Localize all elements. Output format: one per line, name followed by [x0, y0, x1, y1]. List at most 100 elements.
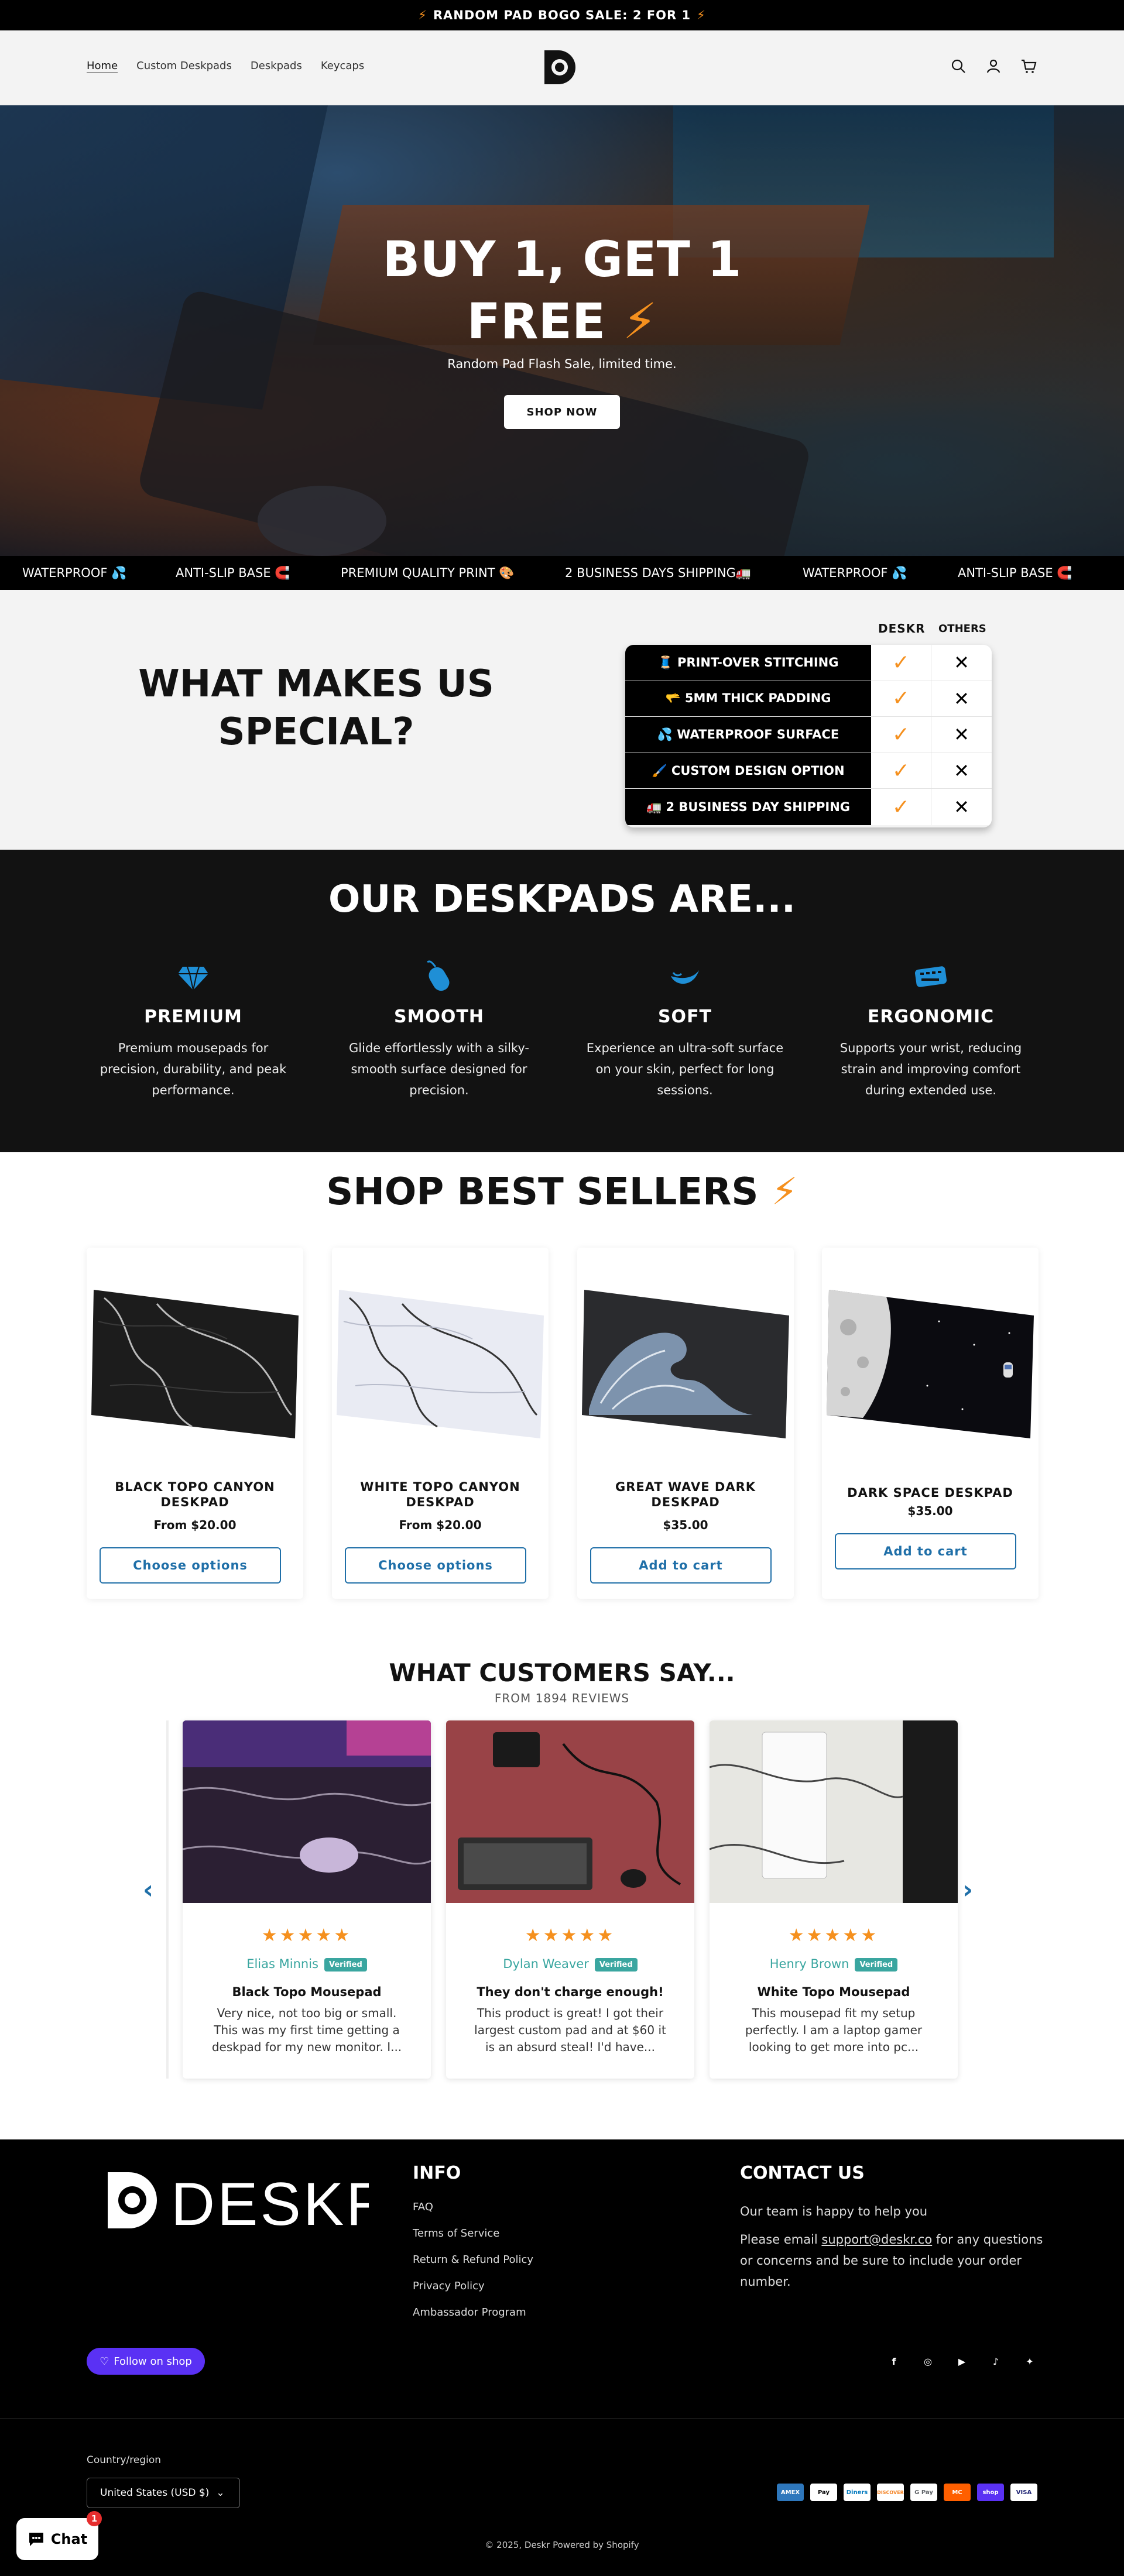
add-to-cart-button[interactable]: Add to cart — [590, 1547, 772, 1584]
product-name[interactable]: BLACK TOPO CANYON DESKPAD — [98, 1479, 292, 1510]
carousel-next-arrow[interactable]: › — [962, 1875, 973, 1905]
apple-pay-icon: Pay — [810, 2484, 837, 2501]
product-card[interactable]: GREAT WAVE DARK DESKPAD $35.00 Add to ca… — [577, 1248, 794, 1599]
chat-icon — [29, 2533, 43, 2546]
deskr-logo[interactable] — [539, 47, 580, 88]
product-image[interactable] — [577, 1269, 794, 1444]
review-body: This mousepad fit my setup perfectly. I … — [745, 2006, 923, 2054]
account-icon[interactable] — [985, 57, 1002, 75]
hero-title: BUY 1, GET 1 FREE ⚡ — [0, 228, 1124, 352]
product-image[interactable] — [822, 1269, 1039, 1444]
comparison-row: 🫳 5MM THICK PADDING ✓ ✕ — [625, 681, 992, 717]
follow-on-shop-button[interactable]: ♡ Follow on shop — [87, 2348, 205, 2375]
contact-intro: Our team is happy to help you — [740, 2204, 928, 2218]
amex-icon: AMEX — [777, 2484, 804, 2501]
main-nav: Home Custom Deskpads Deskpads Keycaps — [87, 60, 364, 72]
cross-icon: ✕ — [931, 645, 992, 681]
deskr-column-header: DESKR — [878, 621, 926, 636]
choose-options-button[interactable]: Choose options — [345, 1547, 526, 1584]
discover-icon: DISCOVER — [877, 2484, 904, 2501]
chat-label: Chat — [50, 2531, 88, 2547]
comparison-row: 💦 WATERPROOF SURFACE ✓ ✕ — [625, 717, 992, 753]
nav-custom-deskpads[interactable]: Custom Deskpads — [136, 60, 232, 72]
cross-icon: ✕ — [931, 681, 992, 717]
feature-text: Experience an ultra-soft surface on your… — [586, 1041, 784, 1097]
twitter-icon[interactable]: ✦ — [1022, 2354, 1037, 2369]
visa-icon: VISA — [1010, 2484, 1037, 2501]
country-label: Country/region — [87, 2454, 162, 2466]
footer-logo[interactable]: DESKR — [105, 2169, 390, 2238]
youtube-icon[interactable]: ▶ — [954, 2354, 969, 2369]
ticker-item: 2 BUSINESS DAYS SHIPPING🚛 — [565, 566, 751, 580]
check-icon: ✓ — [871, 789, 931, 825]
support-email-link[interactable]: support@deskr.co — [821, 2232, 932, 2247]
comparison-row: 🧵 PRINT-OVER STITCHING ✓ ✕ — [625, 645, 992, 681]
star-rating: ★★★★★ — [261, 1925, 352, 1946]
facebook-icon[interactable]: f — [886, 2354, 902, 2369]
feature-text: Premium mousepads for precision, durabil… — [100, 1041, 287, 1097]
product-price: $35.00 — [663, 1518, 708, 1532]
add-to-cart-button[interactable]: Add to cart — [835, 1533, 1016, 1569]
reviews-count: FROM 1894 REVIEWS — [494, 1691, 630, 1705]
review-body: Very nice, not too big or small. This wa… — [211, 2006, 402, 2054]
product-name[interactable]: WHITE TOPO CANYON DESKPAD — [344, 1479, 537, 1510]
footer-link-refund[interactable]: Return & Refund Policy — [413, 2254, 533, 2266]
verified-badge: Verified — [855, 1957, 898, 1972]
product-card[interactable]: BLACK TOPO CANYON DESKPAD From $20.00 Ch… — [87, 1248, 303, 1599]
keyboard-icon — [914, 966, 947, 987]
review-photo[interactable] — [710, 1720, 958, 1903]
previous-card-edge — [166, 1720, 169, 2079]
chat-button[interactable]: Chat — [16, 2518, 98, 2560]
cross-icon: ✕ — [931, 789, 992, 825]
bolt-icon: ⚡ — [418, 8, 427, 22]
reviewer-name: Elias Minnis — [246, 1957, 318, 1971]
site-header: Home Custom Deskpads Deskpads Keycaps — [0, 30, 1124, 105]
footer-link-privacy[interactable]: Privacy Policy — [413, 2280, 533, 2292]
features-title: OUR DESKPADS ARE... — [328, 878, 796, 921]
product-name[interactable]: DARK SPACE DESKPAD — [834, 1485, 1027, 1500]
cart-icon[interactable] — [1020, 57, 1037, 75]
product-image[interactable] — [332, 1269, 549, 1444]
instagram-icon[interactable]: ◎ — [920, 2354, 935, 2369]
review-card[interactable]: ★★★★★ Henry Brown Verified White Topo Mou… — [710, 1720, 958, 2079]
ticker-item: ANTI-SLIP BASE 🧲 — [958, 566, 1072, 580]
feature-smooth: SMOOTH Glide effortlessly with a silky-s… — [334, 959, 544, 1101]
carousel-prev-arrow[interactable]: ‹ — [143, 1875, 153, 1905]
mouse-icon — [427, 960, 450, 991]
cross-icon: ✕ — [931, 717, 992, 753]
footer-link-faq[interactable]: FAQ — [413, 2201, 533, 2213]
mastercard-icon: MC — [944, 2484, 971, 2501]
reviewer-name: Dylan Weaver — [503, 1957, 589, 1971]
nav-home[interactable]: Home — [87, 60, 118, 72]
comparison-label: 🚛 2 BUSINESS DAY SHIPPING — [625, 789, 871, 825]
choose-options-button[interactable]: Choose options — [100, 1547, 281, 1584]
product-price: From $20.00 — [399, 1518, 482, 1532]
comparison-label: 🧵 PRINT-OVER STITCHING — [625, 645, 871, 681]
product-name[interactable]: GREAT WAVE DARK DESKPAD — [589, 1479, 782, 1510]
footer-link-ambassador[interactable]: Ambassador Program — [413, 2306, 533, 2319]
features-section: OUR DESKPADS ARE... PREMIUM Premium mous… — [0, 850, 1124, 1152]
verified-badge: Verified — [324, 1957, 367, 1972]
product-card[interactable]: WHITE TOPO CANYON DESKPAD From $20.00 Ch… — [332, 1248, 549, 1599]
product-image[interactable] — [87, 1269, 303, 1444]
bolt-icon: ⚡ — [771, 1170, 798, 1214]
footer-link-terms[interactable]: Terms of Service — [413, 2227, 533, 2240]
review-card[interactable]: ★★★★★ Elias Minnis Verified Black Topo Mo… — [183, 1720, 431, 2079]
best-sellers-label: SHOP BEST SELLERS — [326, 1170, 759, 1214]
review-photo[interactable] — [446, 1720, 694, 1903]
search-icon[interactable] — [950, 57, 967, 75]
nav-deskpads[interactable]: Deskpads — [251, 60, 302, 72]
country-selector[interactable]: United States (USD $) ⌄ — [87, 2478, 240, 2508]
feature-premium: PREMIUM Premium mousepads for precision,… — [88, 959, 299, 1101]
tiktok-icon[interactable]: ♪ — [988, 2354, 1003, 2369]
nav-keycaps[interactable]: Keycaps — [321, 60, 364, 72]
product-card[interactable]: DARK SPACE DESKPAD $35.00 Add to cart — [822, 1248, 1039, 1599]
contact-details: Please email support@deskr.co for any qu… — [740, 2229, 1044, 2292]
review-card[interactable]: ★★★★★ Dylan Weaver Verified They don't ch… — [446, 1720, 694, 2079]
chevron-down-icon: ⌄ — [216, 2487, 225, 2499]
review-photo[interactable] — [183, 1720, 431, 1903]
shop-now-button[interactable]: SHOP NOW — [504, 395, 620, 429]
heart-icon: ♡ — [100, 2355, 109, 2368]
ticker-item: PREMIUM QUALITY PRINT 🎨 — [341, 566, 515, 580]
cross-icon: ✕ — [931, 753, 992, 789]
